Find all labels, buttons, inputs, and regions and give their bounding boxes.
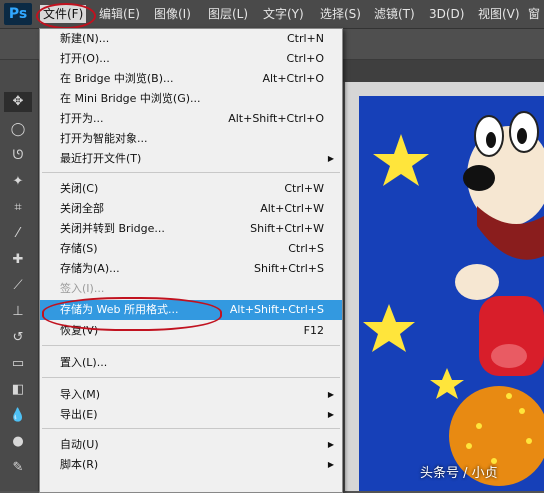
menu-item-open-smart-object[interactable]: 打开为智能对象... [40,129,342,149]
menu-item-save-for-web[interactable]: 存储为 Web 所用格式... Alt+Shift+Ctrl+S [40,300,342,320]
menu-image[interactable]: 图像(I) [151,5,194,23]
brush-tool-icon[interactable]: ⟋ [4,276,32,296]
gradient-tool-icon[interactable]: ◧ [4,380,32,400]
menu-item-label: 在 Mini Bridge 中浏览(G)... [60,92,201,105]
menu-item-close-go-bridge[interactable]: 关闭并转到 Bridge... Shift+Ctrl+W [40,219,342,239]
menu-item-label: 关闭并转到 Bridge... [60,222,165,235]
submenu-arrow-icon: ▶ [327,154,334,163]
menu-item-revert[interactable]: 恢复(V) F12 [40,321,342,341]
shortcut-label: Shift+Ctrl+S [254,262,324,275]
menu-separator [42,345,340,346]
menu-item-label: 打开为... [60,112,104,125]
photoshop-logo: Ps [4,3,32,25]
menu-item-save-as[interactable]: 存储为(A)... Shift+Ctrl+S [40,259,342,279]
healing-brush-tool-icon[interactable]: ✚ [4,250,32,270]
canvas-image [359,96,544,491]
eyedropper-tool-icon[interactable]: ⁄ [4,224,32,244]
menu-item-label: 在 Bridge 中浏览(B)... [60,72,174,85]
shortcut-label: Ctrl+O [286,52,324,65]
menu-bar: Ps 文件(F) 编辑(E) 图像(I) 图层(L) 文字(Y) 选择(S) 滤… [0,0,544,29]
menu-view[interactable]: 视图(V) [475,5,523,23]
menu-window[interactable]: 窗 [525,5,543,23]
shortcut-label: Ctrl+N [286,32,324,45]
submenu-arrow-icon: ▶ [327,440,334,449]
clone-stamp-tool-icon[interactable]: ⊥ [4,302,32,322]
menu-item-close[interactable]: 关闭(C) Ctrl+W [40,179,342,199]
menu-item-label: 存储(S) [60,242,98,255]
menu-item-open[interactable]: 打开(O)... Ctrl+O [40,49,342,69]
magic-wand-tool-icon[interactable]: ✦ [4,172,32,192]
menu-item-save[interactable]: 存储(S) Ctrl+S [40,239,342,259]
shortcut-label: Alt+Ctrl+W [260,202,324,215]
horizontal-ruler [345,82,544,97]
menu-item-label: 存储为(A)... [60,262,120,275]
menu-item-label: 关闭(C) [60,182,99,195]
pen-tool-icon[interactable]: ✎ [4,458,32,478]
shortcut-label: Alt+Shift+Ctrl+O [228,112,324,125]
menu-layer[interactable]: 图层(L) [205,5,251,23]
menu-item-label: 自动(U) [60,438,99,451]
menu-select[interactable]: 选择(S) [317,5,364,23]
menu-item-label: 打开(O)... [60,52,110,65]
menu-item-automate[interactable]: 自动(U) ▶ [40,435,342,455]
menu-item-browse-mini-bridge[interactable]: 在 Mini Bridge 中浏览(G)... [40,89,342,109]
dodge-tool-icon[interactable]: ● [4,432,32,452]
menu-item-label: 签入(I)... [60,282,105,295]
menu-3d[interactable]: 3D(D) [426,5,467,23]
menu-item-label: 脚本(R) [60,458,99,471]
shortcut-label: Shift+Ctrl+W [250,222,324,235]
move-tool-icon[interactable]: ✥ [4,92,32,112]
menu-separator [42,428,340,429]
menu-item-browse-bridge[interactable]: 在 Bridge 中浏览(B)... Alt+Ctrl+O [40,69,342,89]
submenu-arrow-icon: ▶ [327,460,334,469]
lasso-tool-icon[interactable]: ᘎ [4,146,32,166]
menu-item-label: 打开为智能对象... [60,132,148,145]
watermark-text: 头条号 / 小贞 [420,466,498,481]
menu-item-scripts[interactable]: 脚本(R) ▶ [40,455,342,475]
blur-tool-icon[interactable]: 💧 [4,406,32,426]
mickey-artwork [359,96,544,491]
menu-item-label: 恢复(V) [60,324,99,337]
shortcut-label: Ctrl+W [284,182,324,195]
shortcut-label: Alt+Ctrl+O [262,72,324,85]
menu-item-close-all[interactable]: 关闭全部 Alt+Ctrl+W [40,199,342,219]
menu-filter[interactable]: 滤镜(T) [371,5,418,23]
file-menu-dropdown: 新建(N)... Ctrl+N 打开(O)... Ctrl+O 在 Bridge 中… [39,28,343,493]
menu-item-label: 导入(M) [60,388,101,401]
menu-item-label: 置入(L)... [60,356,108,369]
menu-item-place[interactable]: 置入(L)... [40,353,342,373]
menu-file[interactable]: 文件(F) [40,5,87,23]
menu-item-label: 最近打开文件(T) [60,152,142,165]
menu-item-new[interactable]: 新建(N)... Ctrl+N [40,29,342,49]
menu-item-label: 存储为 Web 所用格式... [60,303,179,316]
menu-item-label: 导出(E) [60,408,98,421]
crop-tool-icon[interactable]: ⌗ [4,198,32,218]
marquee-tool-icon[interactable]: ◯ [4,120,32,140]
eraser-tool-icon[interactable]: ▭ [4,354,32,374]
menu-item-label: 关闭全部 [60,202,104,215]
menu-separator [42,172,340,173]
menu-separator [42,377,340,378]
shortcut-label: Ctrl+S [288,242,324,255]
submenu-arrow-icon: ▶ [327,390,334,399]
tools-panel: ✥ ◯ ᘎ ✦ ⌗ ⁄ ✚ ⟋ ⊥ ↺ ▭ ◧ 💧 ● ✎ [0,60,39,491]
submenu-arrow-icon: ▶ [327,410,334,419]
menu-item-open-as[interactable]: 打开为... Alt+Shift+Ctrl+O [40,109,342,129]
shortcut-label: F12 [303,324,324,337]
menu-type[interactable]: 文字(Y) [260,5,307,23]
menu-item-recent-files[interactable]: 最近打开文件(T) ▶ [40,149,342,169]
menu-item-import[interactable]: 导入(M) ▶ [40,385,342,405]
menu-item-check-in: 签入(I)... [40,279,342,299]
menu-item-label: 新建(N)... [60,32,110,45]
menu-edit[interactable]: 编辑(E) [96,5,143,23]
vertical-ruler [345,96,359,491]
history-brush-tool-icon[interactable]: ↺ [4,328,32,348]
menu-item-export[interactable]: 导出(E) ▶ [40,405,342,425]
shortcut-label: Alt+Shift+Ctrl+S [229,303,324,316]
